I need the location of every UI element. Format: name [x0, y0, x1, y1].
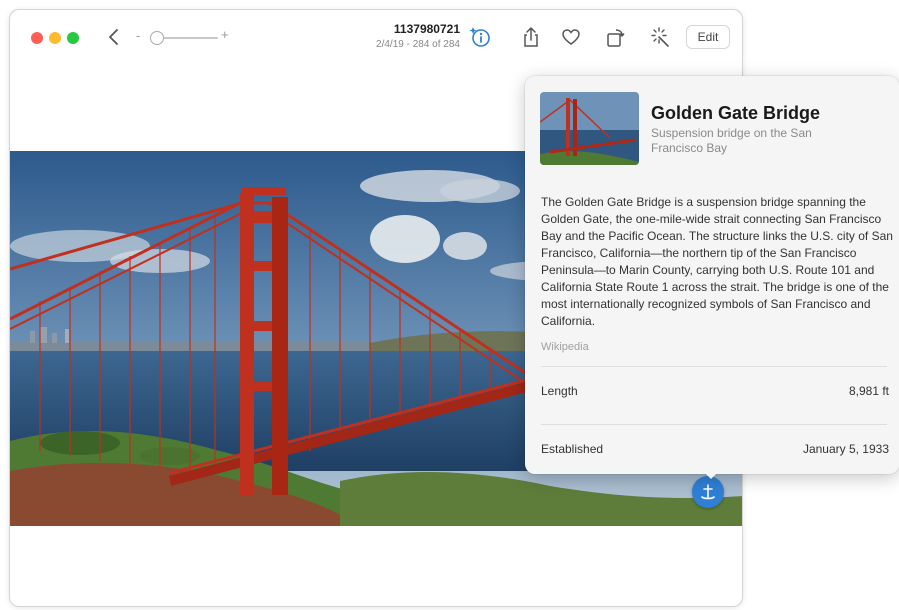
minimize-window-button[interactable]	[49, 32, 61, 44]
fact-value-established: January 5, 1933	[802, 442, 889, 456]
toolbar: - + 1137980721 2/4/19 - 284 of 284 Edit	[10, 10, 742, 62]
share-button[interactable]	[518, 24, 544, 50]
photo-title: 1137980721	[393, 22, 460, 36]
favorite-button[interactable]	[558, 24, 584, 50]
magic-wand-icon	[651, 27, 669, 47]
back-button[interactable]	[106, 26, 122, 48]
info-icon	[469, 27, 490, 47]
fact-value-length: 8,981 ft	[848, 384, 889, 398]
lookup-title: Golden Gate Bridge	[651, 103, 821, 123]
landmark-icon	[701, 484, 715, 500]
heart-icon	[562, 29, 580, 45]
rotate-icon	[607, 29, 625, 47]
zoom-out-label: -	[136, 28, 141, 43]
zoom-in-label: +	[221, 27, 229, 42]
lookup-popover: Golden Gate Bridge Suspension bridge on …	[525, 76, 899, 474]
bridge-thumbnail-image	[540, 92, 639, 165]
lookup-description: The Golden Gate Bridge is a suspension b…	[541, 195, 893, 328]
info-button[interactable]	[468, 24, 494, 50]
photo-meta: 2/4/19 - 284 of 284	[376, 39, 460, 50]
zoom-slider-knob[interactable]	[150, 31, 164, 45]
lookup-thumbnail	[540, 92, 639, 165]
fact-label-established: Established	[541, 442, 604, 456]
divider	[541, 366, 887, 367]
divider	[541, 424, 887, 425]
close-window-button[interactable]	[31, 32, 43, 44]
edit-button[interactable]: Edit	[686, 25, 730, 49]
lookup-source-link[interactable]: Wikipedia	[541, 341, 589, 353]
fact-label-length: Length	[541, 384, 578, 398]
enhance-button[interactable]	[648, 24, 674, 50]
share-icon	[524, 27, 538, 47]
visual-lookup-button[interactable]	[692, 476, 724, 508]
lookup-subtitle: Suspension bridge on the San Francisco B…	[651, 126, 812, 155]
rotate-button[interactable]	[602, 24, 628, 50]
back-icon	[109, 29, 118, 45]
zoom-window-button[interactable]	[67, 32, 79, 44]
popover-arrow	[702, 470, 720, 479]
